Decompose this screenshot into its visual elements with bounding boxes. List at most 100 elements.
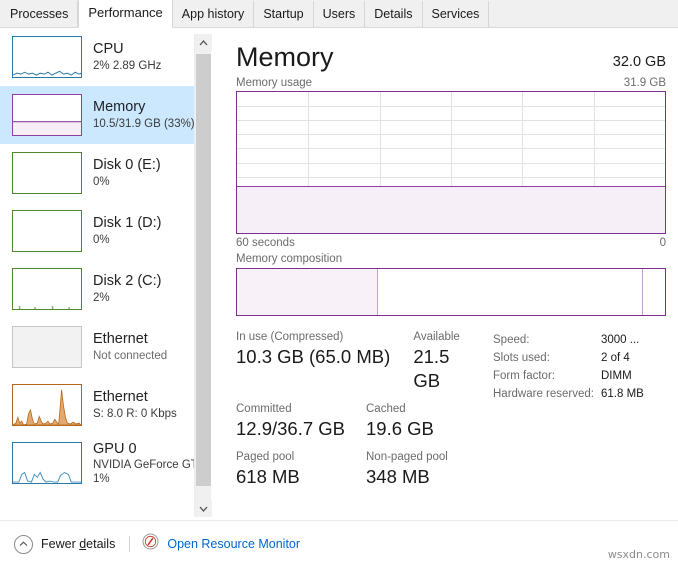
spec-form-factor: Form factor: DIMM	[493, 367, 668, 385]
stat-label: Available	[413, 331, 460, 343]
tab-app-history[interactable]: App history	[172, 1, 255, 27]
stat-cached: Cached 19.6 GB	[366, 402, 434, 441]
sidebar-item-ethernet-disconnected[interactable]: Ethernet Not connected	[0, 318, 194, 376]
spec-key: Hardware reserved:	[493, 388, 594, 400]
stat-row-inuse-available: In use (Compressed) 10.3 GB (65.0 MB) Av…	[236, 330, 481, 393]
memory-statistics: In use (Compressed) 10.3 GB (65.0 MB) Av…	[212, 316, 678, 498]
spec-slots-used: Slots used: 2 of 4	[493, 349, 668, 367]
memory-usage-chart[interactable]: 60 seconds 0 Memory composition	[236, 91, 666, 316]
gpu0-thumbnail-graph	[12, 442, 82, 484]
total-memory-value: 32.0 GB	[612, 54, 666, 70]
sidebar-item-disk-0[interactable]: Disk 0 (E:) 0%	[0, 144, 194, 202]
sidebar-item-title: Memory	[93, 99, 146, 115]
open-resource-monitor-link[interactable]: Open Resource Monitor	[142, 533, 300, 555]
fewer-details-button[interactable]: Fewer details	[14, 534, 115, 554]
stat-paged-pool: Paged pool 618 MB	[236, 450, 366, 489]
footer-bar: Fewer details Open Resource Monitor wsxd…	[0, 520, 678, 567]
ethernet-disconnected-thumbnail-graph	[12, 326, 82, 368]
stat-label: Committed	[236, 403, 292, 415]
sidebar-item-title: Disk 1 (D:)	[93, 215, 162, 231]
disk0-thumbnail-graph	[12, 152, 82, 194]
spec-key: Slots used:	[493, 352, 550, 364]
sidebar-item-sub: Not connected	[93, 350, 168, 362]
axis-label-left: 60 seconds	[236, 237, 295, 249]
sidebar-item-disk-1[interactable]: Disk 1 (D:) 0%	[0, 202, 194, 260]
sidebar-item-sub: 0%	[93, 234, 110, 246]
tab-performance[interactable]: Performance	[78, 0, 173, 28]
scroll-down-button[interactable]	[195, 500, 212, 517]
sidebar-item-sub: NVIDIA GeForce GTX	[93, 459, 194, 471]
ethernet-thumbnail-graph	[12, 384, 82, 426]
tab-users[interactable]: Users	[313, 1, 366, 27]
sidebar-scrollbar[interactable]	[194, 34, 212, 517]
sidebar-item-ethernet-active[interactable]: Ethernet S: 8.0 R: 0 Kbps	[0, 376, 194, 434]
memory-composition-bar[interactable]	[236, 268, 666, 316]
stat-committed: Committed 12.9/36.7 GB	[236, 402, 366, 441]
scrollbar-track[interactable]	[195, 51, 212, 500]
memory-usage-label: Memory usage	[236, 77, 313, 89]
tab-processes[interactable]: Processes	[0, 1, 79, 27]
panel-header: Memory 32.0 GB	[212, 28, 678, 73]
spec-speed: Speed: 3000 ...	[493, 331, 668, 349]
spec-value: 2 of 4	[601, 352, 630, 364]
tab-services[interactable]: Services	[422, 1, 490, 27]
sidebar-item-title: Disk 0 (E:)	[93, 157, 161, 173]
stat-in-use: In use (Compressed) 10.3 GB (65.0 MB)	[236, 330, 413, 393]
memory-hardware-specs: Speed: 3000 ... Slots used: 2 of 4 Form …	[481, 330, 668, 498]
sidebar-item-sub: 10.5/31.9 GB (33%)	[93, 118, 194, 130]
stat-value: 21.5 GB	[413, 346, 450, 391]
stat-label: Cached	[366, 403, 406, 415]
stat-available: Available 21.5 GB	[413, 330, 481, 393]
stat-value: 19.6 GB	[366, 418, 434, 439]
sidebar-item-title: GPU 0	[93, 441, 137, 457]
open-resource-monitor-label: Open Resource Monitor	[167, 537, 301, 551]
spec-hardware-reserved: Hardware reserved: 61.8 MB	[493, 385, 668, 403]
stat-value: 12.9/36.7 GB	[236, 418, 346, 439]
scrollbar-thumb[interactable]	[196, 54, 211, 486]
sidebar-item-title: Ethernet	[93, 389, 148, 405]
stat-nonpaged-pool: Non-paged pool 348 MB	[366, 450, 448, 489]
cpu-thumbnail-graph	[12, 36, 82, 78]
stat-label: Paged pool	[236, 451, 295, 463]
disk2-thumbnail-graph	[12, 268, 82, 310]
fewer-details-text-prefix: Fewer	[41, 537, 80, 551]
spec-value: 3000 ...	[601, 334, 640, 346]
memory-usage-series-fill	[237, 186, 665, 233]
time-axis: 60 seconds 0	[236, 234, 666, 249]
memory-detail-panel: Memory 32.0 GB Memory usage 31.9 GB 60 s…	[212, 28, 678, 520]
sidebar-item-sub: 2% 2.89 GHz	[93, 60, 162, 72]
memory-composition-label: Memory composition	[236, 253, 343, 265]
stat-row-pools: Paged pool 618 MB Non-paged pool 348 MB	[236, 450, 481, 489]
stat-value: 618 MB	[236, 466, 300, 487]
sidebar-item-sub: S: 8.0 R: 0 Kbps	[93, 408, 177, 420]
tab-startup[interactable]: Startup	[254, 1, 314, 27]
watermark: wsxdn.com	[607, 548, 670, 561]
stat-label: Non-paged pool	[366, 451, 448, 463]
page-title: Memory	[236, 42, 334, 72]
tab-details[interactable]: Details	[365, 1, 423, 27]
sidebar-item-memory[interactable]: Memory 10.5/31.9 GB (33%)	[0, 86, 194, 144]
chevron-up-circle-icon	[14, 534, 33, 554]
spec-key: Form factor:	[493, 370, 555, 382]
sidebar-item-cpu[interactable]: CPU 2% 2.89 GHz	[0, 28, 194, 86]
sidebar-item-disk-2[interactable]: Disk 2 (C:) 2%	[0, 260, 194, 318]
memory-thumbnail-graph	[12, 94, 82, 136]
stat-value: 10.3 GB (65.0 MB)	[236, 346, 391, 367]
fewer-details-text-suffix: etails	[86, 537, 116, 551]
graph-caption-row: Memory usage 31.9 GB	[212, 73, 678, 91]
composition-segment-divider	[641, 269, 643, 315]
spec-value: 61.8 MB	[601, 388, 644, 400]
stat-value: 348 MB	[366, 466, 430, 487]
sidebar-item-title: Ethernet	[93, 331, 148, 347]
sidebar-item-sub: 2%	[93, 292, 110, 304]
fewer-details-label: Fewer details	[41, 537, 115, 551]
footer-separator	[129, 536, 131, 552]
sidebar-item-gpu-0[interactable]: GPU 0 NVIDIA GeForce GTX 1%	[0, 434, 194, 492]
resource-list: CPU 2% 2.89 GHz Memory 10.5/31.9 GB (33%…	[0, 28, 194, 520]
memory-usage-max: 31.9 GB	[623, 77, 666, 89]
sidebar-item-title: Disk 2 (C:)	[93, 273, 162, 289]
scroll-up-button[interactable]	[195, 34, 212, 51]
memory-stats-left: In use (Compressed) 10.3 GB (65.0 MB) Av…	[236, 330, 481, 498]
axis-label-right: 0	[659, 237, 666, 249]
spec-key: Speed:	[493, 334, 530, 346]
